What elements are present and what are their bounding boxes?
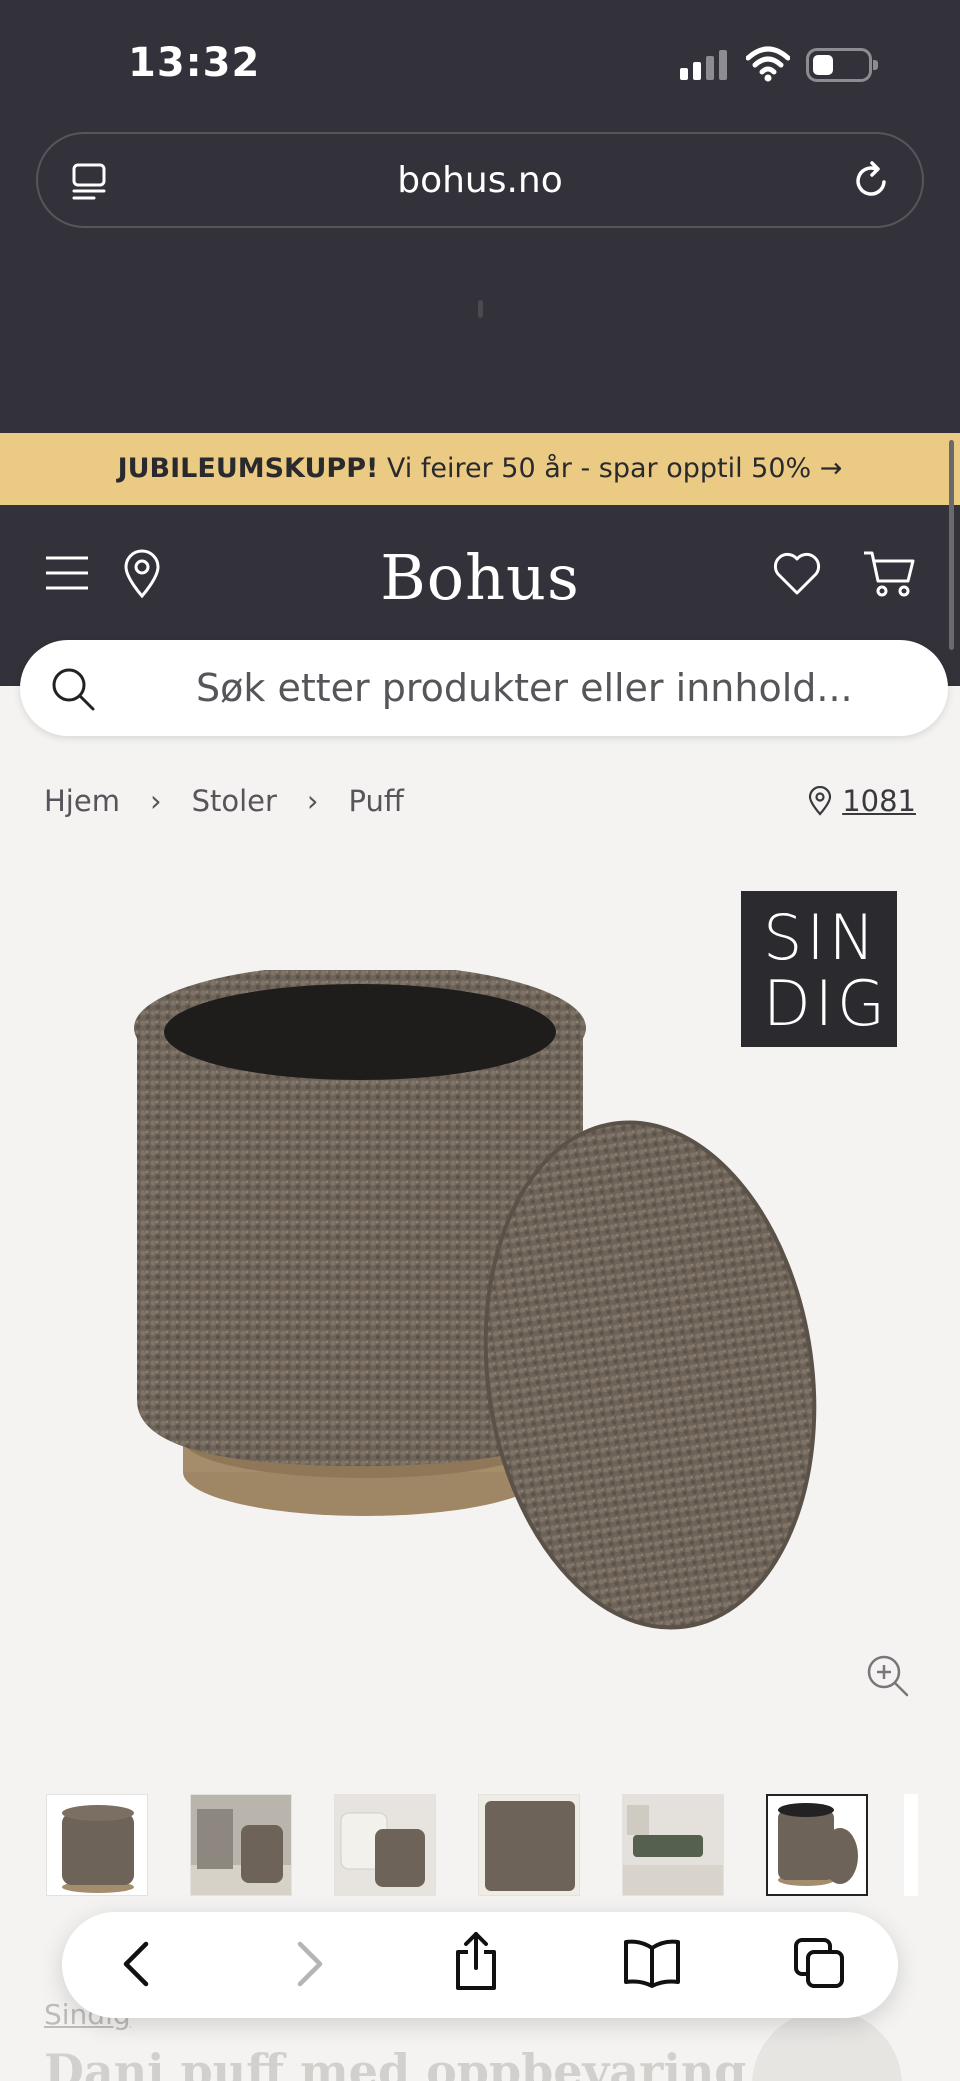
breadcrumb-pouf[interactable]: Puff bbox=[349, 784, 404, 818]
search-bar[interactable] bbox=[20, 640, 948, 736]
bookmarks-icon[interactable] bbox=[622, 1936, 682, 1990]
scroll-indicator bbox=[949, 440, 954, 650]
product-image[interactable] bbox=[120, 970, 840, 1650]
reload-icon[interactable] bbox=[850, 158, 894, 202]
search-icon[interactable] bbox=[50, 666, 96, 712]
thumbnail[interactable] bbox=[622, 1794, 724, 1896]
thumbnail[interactable] bbox=[478, 1794, 580, 1896]
url-bar[interactable]: bohus.no bbox=[36, 132, 924, 228]
thumbnail-selected[interactable] bbox=[766, 1794, 868, 1896]
zoom-in-icon[interactable] bbox=[866, 1654, 910, 1698]
location-pin-icon bbox=[809, 786, 832, 816]
back-icon[interactable] bbox=[116, 1936, 156, 1992]
browser-toolbar bbox=[62, 1912, 898, 2018]
wifi-icon bbox=[746, 46, 790, 82]
share-icon[interactable] bbox=[452, 1930, 500, 1992]
thumbnail[interactable] bbox=[46, 1794, 148, 1896]
tabs-icon[interactable] bbox=[792, 1936, 846, 1990]
breadcrumb-separator: › bbox=[306, 784, 319, 818]
breadcrumb-separator: › bbox=[149, 784, 162, 818]
brand-badge-line1: SIN bbox=[763, 901, 880, 974]
breadcrumb-chairs[interactable]: Stoler bbox=[192, 784, 277, 818]
thumbnail-strip bbox=[46, 1794, 868, 1896]
status-bar: 13:32 bbox=[0, 0, 960, 130]
url-text[interactable]: bohus.no bbox=[38, 160, 922, 201]
promo-bold: JUBILEUMSKUPP! bbox=[117, 453, 379, 484]
loading-indicator bbox=[478, 300, 483, 318]
battery-icon bbox=[806, 48, 878, 82]
promo-text: Vi feirer 50 år - spar opptil 50% → bbox=[378, 453, 843, 484]
cellular-signal-icon bbox=[680, 50, 727, 80]
brand-logo-badge: SIN DIG bbox=[741, 891, 897, 1047]
thumbnail[interactable] bbox=[334, 1794, 436, 1896]
brand-badge-line2: DIG bbox=[763, 967, 890, 1040]
thumbnail[interactable] bbox=[190, 1794, 292, 1896]
promo-banner[interactable]: JUBILEUMSKUPP! Vi feirer 50 år - spar op… bbox=[0, 433, 960, 505]
breadcrumb-home[interactable]: Hjem bbox=[44, 784, 120, 818]
forward-icon[interactable] bbox=[290, 1936, 330, 1992]
search-input[interactable] bbox=[196, 640, 896, 736]
product-title: Dani puff med oppbevaring bbox=[44, 2044, 747, 2081]
thumbnail-partial[interactable] bbox=[904, 1794, 918, 1896]
clock: 13:32 bbox=[128, 40, 261, 86]
browser-chrome: bohus.no bbox=[0, 130, 960, 433]
cart-icon[interactable] bbox=[862, 549, 916, 599]
breadcrumb: Hjem › Stoler › Puff bbox=[44, 784, 404, 818]
store-selector[interactable]: 1081 bbox=[808, 784, 916, 818]
price-badge bbox=[752, 2010, 902, 2081]
store-code[interactable]: 1081 bbox=[842, 784, 916, 818]
heart-icon[interactable] bbox=[772, 551, 822, 597]
